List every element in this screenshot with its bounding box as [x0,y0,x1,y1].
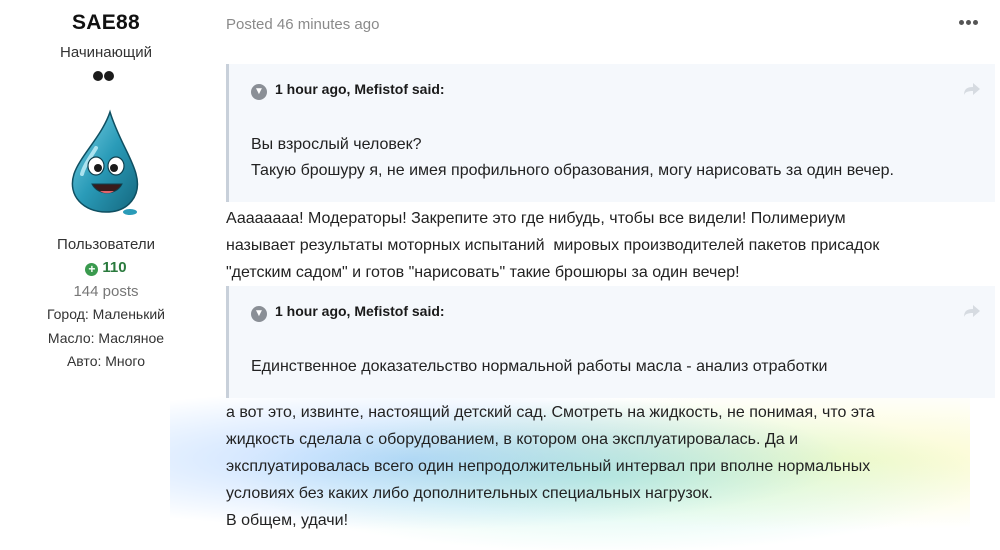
post-line: условиях без каких либо дополнительных с… [226,485,713,502]
author-reputation: +110 [0,259,212,276]
plus-circle-icon: + [85,263,99,276]
quote-block: ▼ 1 hour ago, Mefistof said: Единственное… [226,286,995,398]
chevron-down-icon[interactable]: ▼ [251,306,267,322]
quote-block: ▼ 1 hour ago, Mefistof said: Вы взрослый … [226,64,995,202]
quote-line: Единственное доказательство нормальной р… [251,358,828,375]
author-field-car: Авто: Много [66,353,146,369]
quote-author: 1 hour ago, Mefistof said: [275,81,445,97]
post-line: эксплуатировалась всего один непродолжит… [226,458,871,475]
post-line: "детским садом" и готов "нарисовать" так… [226,264,740,281]
share-arrow-icon[interactable] [963,82,981,96]
author-field-oil: Масло: Масляное [47,330,165,346]
post-line: Аааааааа! Модераторы! Закрепите это где … [226,210,846,227]
share-arrow-icon[interactable] [963,304,981,318]
post-paragraph: Аааааааа! Модераторы! Закрепите это где … [226,205,986,286]
author-name[interactable]: SAE88 [0,11,212,35]
quote-author: 1 hour ago, Mefistof said: [275,303,445,319]
quote-header[interactable]: ▼ 1 hour ago, Mefistof said: [251,303,445,322]
author-rank: Начинающий [59,44,152,61]
author-group: Пользователи [57,236,155,253]
ellipsis-icon[interactable] [958,18,980,28]
quote-line: Такую брошуру я, не имея профильного обр… [251,162,894,179]
author-post-count: 144 posts [73,283,139,300]
post-line: жидкость сделала с оборудованием, в кото… [226,431,798,448]
quote-header[interactable]: ▼ 1 hour ago, Mefistof said: [251,81,445,100]
reputation-value: 110 [102,259,127,276]
quote-line: Вы взрослый человек? [251,136,422,153]
chevron-down-icon[interactable]: ▼ [251,84,267,100]
quote-body: Единственное доказательство нормальной р… [251,354,827,380]
post-line: а вот это, извинте, настоящий детский са… [226,404,875,421]
avatar[interactable] [60,108,150,218]
post-paragraph: а вот это, извинте, настоящий детский са… [226,399,986,534]
post-line: В общем, удачи! [226,512,349,529]
post-timestamp[interactable]: Posted 46 minutes ago [226,16,379,33]
rank-pips-icon [92,69,120,81]
post-line: называет результаты моторных испытаний м… [226,237,880,254]
quote-body: Вы взрослый человек? Такую брошуру я, не… [251,132,894,184]
author-field-city: Город: Маленький [47,306,165,322]
author-panel: SAE88 Начинающий Пользователи +110 144 p… [0,0,212,545]
